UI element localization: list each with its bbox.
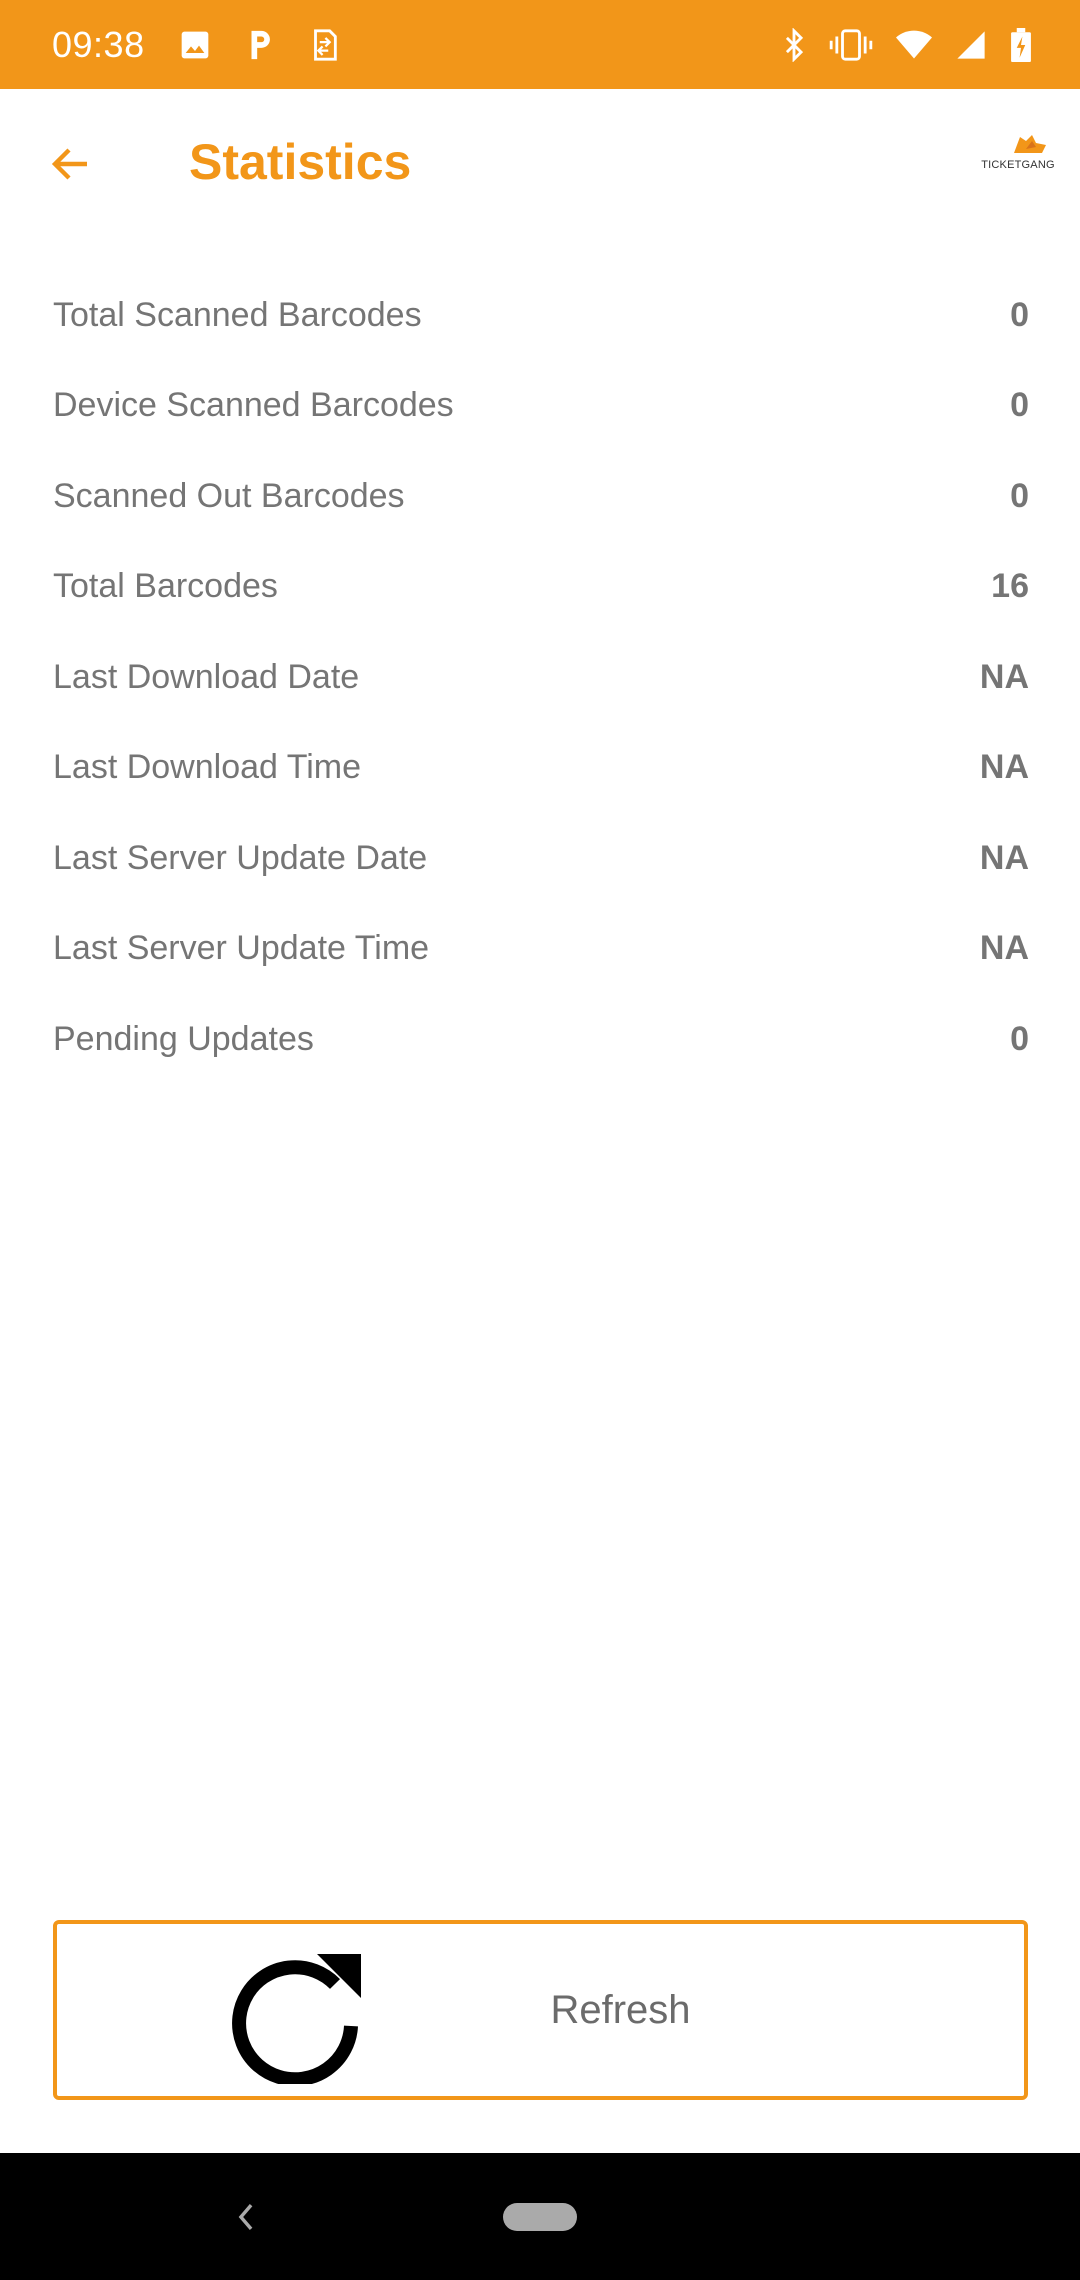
stat-value: 0 [1010,476,1029,515]
stat-row-last-server-update-date: Last Server Update Date NA [53,813,1029,904]
stat-label: Total Barcodes [53,567,278,606]
stat-value: 0 [1010,295,1029,334]
ticket-logo-icon [1014,135,1046,153]
stat-value: 0 [1010,1019,1029,1058]
stat-label: Last Server Update Date [53,838,428,877]
stat-value: NA [979,657,1029,696]
stat-row-device-scanned-barcodes: Device Scanned Barcodes 0 [53,361,1029,452]
stat-value: NA [979,748,1029,787]
stat-label: Last Download Time [53,748,362,787]
sim-transfer-icon [309,28,339,62]
status-bar: 09:38 [0,0,1080,89]
statistics-list: Total Scanned Barcodes 0 Device Scanned … [53,270,1029,1085]
stat-row-total-barcodes: Total Barcodes 16 [53,542,1029,633]
parking-icon [245,28,275,62]
battery-charging-icon [1010,27,1032,62]
stat-row-total-scanned-barcodes: Total Scanned Barcodes 0 [53,270,1029,361]
status-time: 09:38 [52,23,145,65]
refresh-label: Refresh [550,1987,691,2032]
stat-value: 0 [1010,386,1029,425]
stat-label: Pending Updates [53,1019,314,1058]
chevron-left-icon [238,2203,253,2231]
app-bar: Statistics TICKETGANG [0,89,1080,239]
signal-icon [954,30,988,60]
stat-label: Scanned Out Barcodes [53,476,405,515]
page-title: Statistics [189,134,412,190]
stat-label: Last Download Date [53,657,360,696]
system-nav-bar [0,2153,1080,2280]
stat-row-scanned-out-barcodes: Scanned Out Barcodes 0 [53,451,1029,542]
back-button[interactable] [40,133,102,195]
refresh-button[interactable]: Refresh [53,1920,1028,2100]
stat-label: Last Server Update Time [53,929,430,968]
stat-label: Device Scanned Barcodes [53,386,454,425]
vibrate-icon [828,28,874,62]
stat-value: NA [979,838,1029,877]
stat-label: Total Scanned Barcodes [53,295,422,334]
wifi-icon [896,30,932,60]
bluetooth-icon [782,27,806,62]
ticketgang-logo: TICKETGANG [978,129,1058,175]
nav-back-button[interactable] [226,2193,266,2241]
logo-text: TICKETGANG [981,159,1055,171]
stat-row-last-download-time: Last Download Time NA [53,723,1029,814]
stat-row-last-download-date: Last Download Date NA [53,632,1029,723]
arrow-left-icon [51,148,87,180]
image-icon [179,29,211,61]
stat-value: 16 [991,567,1029,606]
stat-row-last-server-update-time: Last Server Update Time NA [53,904,1029,995]
stat-value: NA [979,929,1029,968]
stat-row-pending-updates: Pending Updates 0 [53,994,1029,1085]
nav-home-pill[interactable] [503,2203,577,2231]
